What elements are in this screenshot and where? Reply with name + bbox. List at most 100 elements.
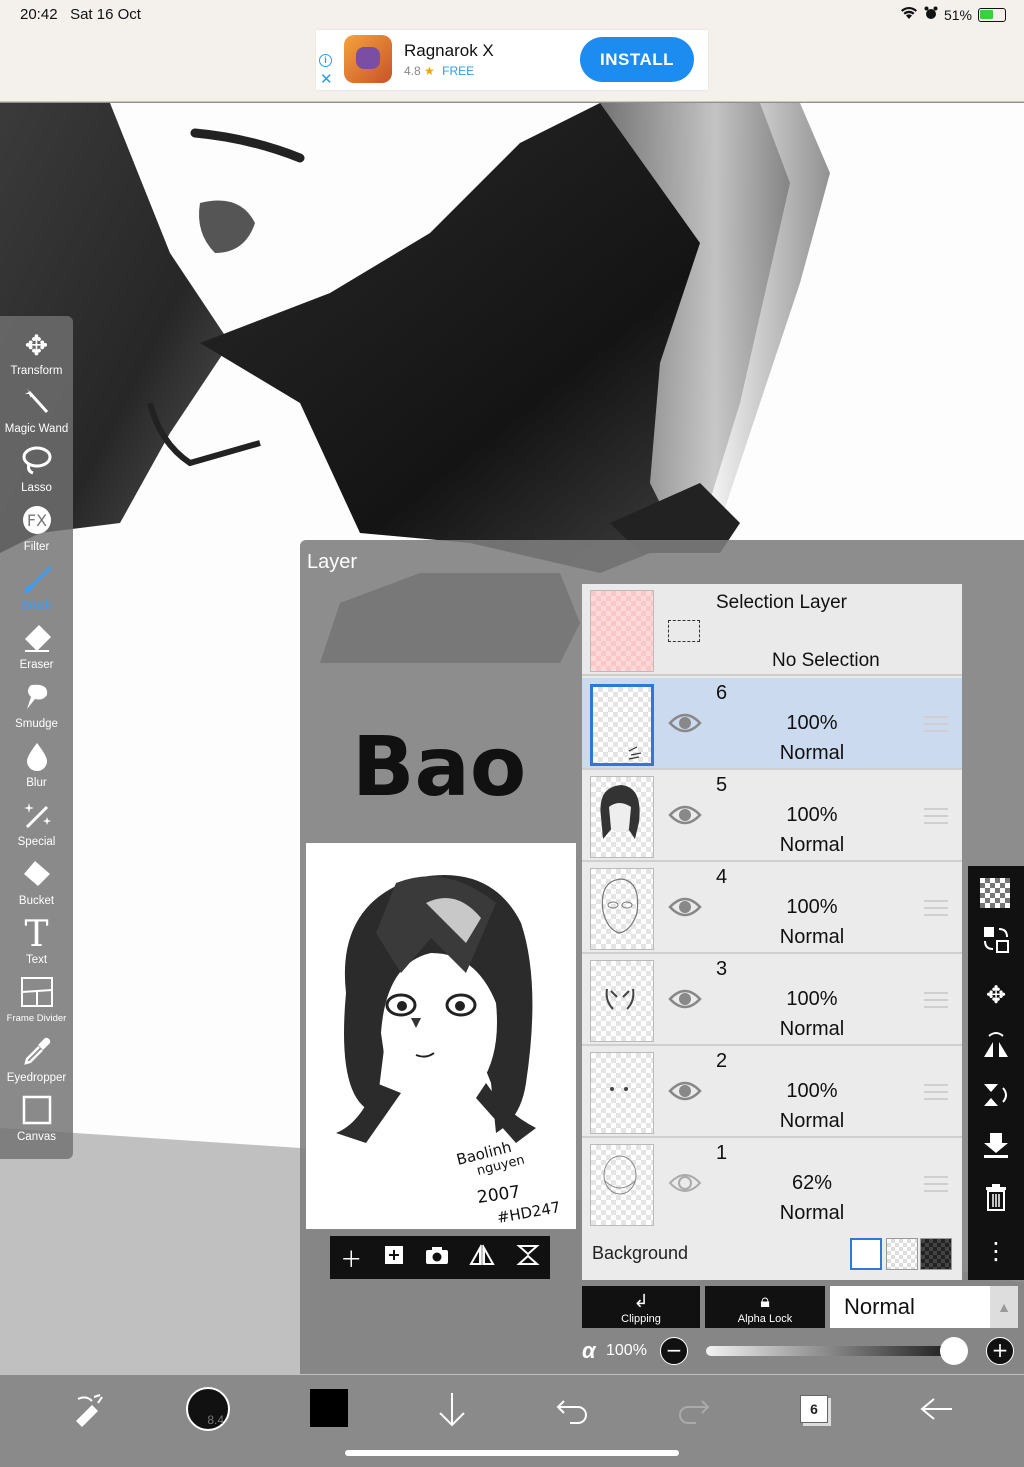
move-layer-icon[interactable]: ✥ [968,976,1024,1016]
text-icon: T [24,914,49,955]
tool-bucket[interactable]: Bucket [0,858,73,916]
drag-handle-icon[interactable] [924,1176,948,1192]
alpha-lock-button[interactable]: 🔒︎ Alpha Lock [705,1286,825,1328]
brush-icon [0,563,73,599]
layer-blend-mode: Normal [779,926,845,948]
layer-opacity: 100% [786,804,838,826]
merge-down-icon[interactable] [968,1130,1024,1170]
blend-mode-select[interactable]: Normal [830,1286,990,1328]
layer-row[interactable]: 5 100% Normal [582,770,962,862]
color-swatch[interactable] [310,1389,348,1427]
tool-canvas[interactable]: Canvas [0,1094,73,1152]
tool-blur[interactable]: Blur [0,740,73,798]
tool-special[interactable]: Special [0,799,73,857]
ad-app-icon[interactable] [344,35,392,83]
add-layer-icon[interactable]: ＋ [340,1242,362,1274]
layer-number: 2 [716,1050,728,1072]
drag-handle-icon[interactable] [924,716,948,732]
eye-icon[interactable] [668,894,702,920]
background-white-swatch[interactable] [850,1238,882,1270]
arrow-down-icon[interactable] [430,1387,474,1435]
layer-row[interactable]: 2 100% Normal [582,1046,962,1138]
eye-icon[interactable] [668,1170,702,1196]
tool-magic-wand[interactable]: Magic Wand [0,386,73,444]
tool-brush[interactable]: Brush [0,563,73,621]
redo-icon[interactable] [672,1387,716,1435]
drag-handle-icon[interactable] [924,900,948,916]
tool-text[interactable]: T Text [0,917,73,975]
ad-banner[interactable]: i ✕ Ragnarok X 4.8 ★ FREE INSTALL [316,30,708,90]
panel-title: Layer [307,551,358,573]
tool-eyedropper[interactable]: Eyedropper [0,1035,73,1093]
layer-number: 5 [716,774,728,796]
ad-install-button[interactable]: INSTALL [580,37,694,82]
ad-info-icon[interactable]: i [319,54,332,67]
alpha-symbol: α [582,1338,596,1363]
preview-toolbar: ＋ [330,1236,550,1279]
layer-row[interactable]: 1 62% Normal [582,1138,962,1230]
opacity-slider-knob[interactable] [940,1337,968,1365]
eye-icon[interactable] [668,710,702,736]
brush-size-indicator[interactable]: 8.4 [186,1387,230,1431]
tool-transform[interactable]: ✥ Transform [0,328,73,386]
bucket-icon [0,858,73,894]
canvas-preview[interactable]: Baolinh nguyen 2007 #HD247 [306,843,576,1229]
ad-title[interactable]: Ragnarok X [404,41,494,61]
layer-opacity: 62% [791,1172,833,1194]
tool-filter[interactable]: FX Filter [0,504,73,562]
layer-number: 4 [716,866,728,888]
transparency-icon[interactable] [980,878,1010,908]
wifi-icon [900,6,918,23]
eye-icon[interactable] [668,1078,702,1104]
opacity-decrease-button[interactable]: − [660,1337,688,1365]
layer-row[interactable]: 4 100% Normal [582,862,962,954]
layer-opacity: 100% [786,896,838,918]
lock-icon: 🔒︎ [760,1291,770,1311]
flip-horizontal-icon[interactable] [469,1243,496,1272]
magic-wand-icon [0,386,73,422]
opacity-increase-button[interactable]: + [986,1337,1014,1365]
layer-convert-icon[interactable] [968,924,1024,964]
layer-row[interactable]: 6 100% Normal [582,678,962,770]
layer-panel: Layer Bao Baolinh nguyen 2007 #HD247 ＋ S… [300,540,1024,1374]
drag-handle-icon[interactable] [924,992,948,1008]
chevron-up-icon[interactable]: ▲ [990,1286,1018,1328]
undo-icon[interactable] [550,1387,594,1435]
marquee-icon [668,620,700,642]
status-time: 20:42 Sat 16 Oct [20,6,141,23]
layer-blend-mode: Normal [779,834,845,856]
layer-row[interactable]: 3 100% Normal [582,954,962,1046]
tool-eraser[interactable]: Eraser [0,622,73,680]
fx-icon: FX [0,504,73,540]
opacity-slider[interactable] [706,1346,966,1356]
clipping-button[interactable]: ↲ Clipping [582,1286,700,1328]
more-options-icon[interactable]: ⋮ [968,1232,1024,1272]
flip-vertical-icon[interactable] [516,1243,540,1273]
eye-icon[interactable] [668,986,702,1012]
quick-menu-icon[interactable] [64,1387,112,1435]
rotate-layer-icon[interactable] [968,1080,1024,1120]
background-dark-swatch[interactable] [920,1238,952,1270]
background-transparent-swatch[interactable] [886,1238,918,1270]
ad-close-icon[interactable]: ✕ [320,70,333,88]
layer-number: 6 [716,682,728,704]
alarm-icon [924,6,938,23]
flip-layer-icon[interactable] [968,1030,1024,1070]
tool-frame-divider[interactable]: Frame Divider [0,976,73,1034]
eye-icon[interactable] [668,802,702,828]
eyedropper-icon [0,1035,73,1071]
add-image-layer-icon[interactable] [383,1244,405,1272]
status-bar: 20:42 Sat 16 Oct 51% i ✕ Ragnarok X 4.8 … [0,0,1024,102]
svg-text:Bao: Bao [352,720,526,815]
tool-sidebar: ✥ Transform Magic Wand Lasso FX Filter B… [0,316,73,1159]
layers-button[interactable]: 6 [800,1395,828,1423]
selection-layer[interactable]: Selection Layer No Selection [582,584,962,676]
drag-handle-icon[interactable] [924,1084,948,1100]
layer-blend-mode: Normal [779,1018,845,1040]
tool-smudge[interactable]: Smudge [0,681,73,739]
tool-lasso[interactable]: Lasso [0,445,73,503]
drag-handle-icon[interactable] [924,808,948,824]
back-arrow-icon[interactable] [914,1387,958,1435]
delete-layer-icon[interactable] [968,1182,1024,1222]
camera-icon[interactable] [425,1245,449,1271]
